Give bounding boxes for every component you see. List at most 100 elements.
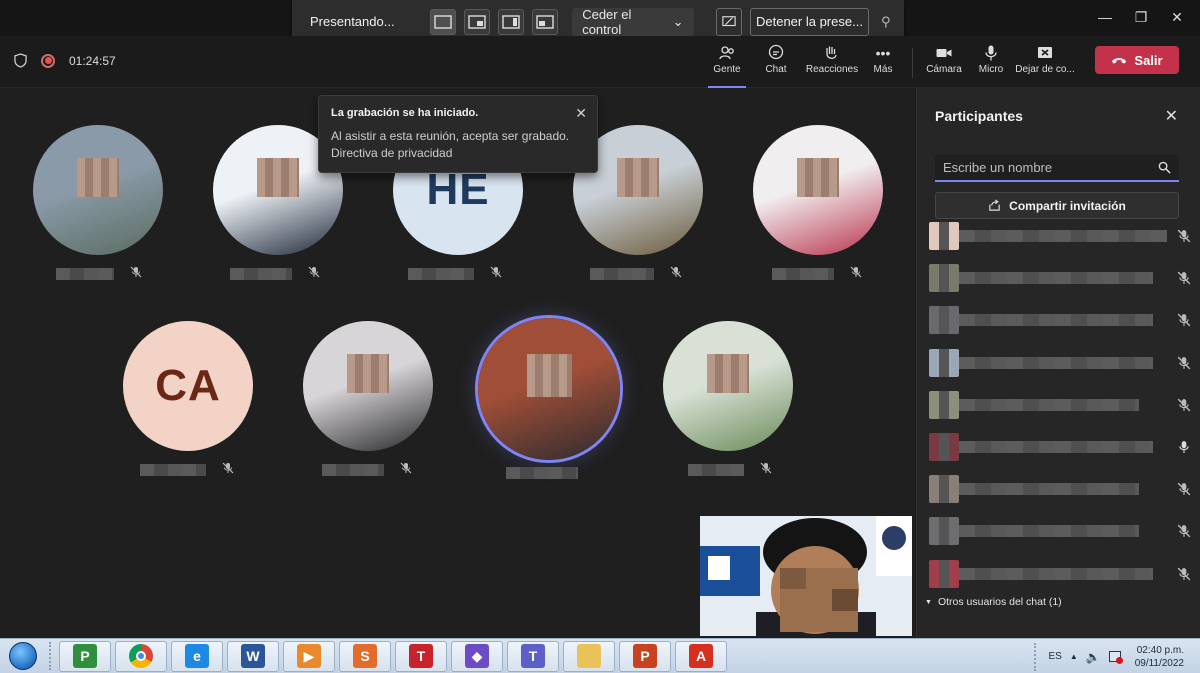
mic-off-icon <box>400 461 412 479</box>
taskbar-app-button[interactable]: T <box>395 640 447 672</box>
taskbar-app-button[interactable]: ◆ <box>451 640 503 672</box>
ie-icon: e <box>185 644 209 668</box>
tool-label: Reacciones <box>805 64 859 75</box>
layout-reporter-icon[interactable] <box>532 8 559 35</box>
share-screen-icon[interactable] <box>715 7 742 36</box>
avatar <box>929 559 959 588</box>
tab-reactions[interactable]: Reacciones <box>804 42 860 88</box>
participant-video-tile[interactable] <box>33 125 163 255</box>
start-button[interactable] <box>3 640 43 673</box>
people-icon <box>718 42 736 64</box>
participant-list-item[interactable] <box>929 554 1191 596</box>
camera-button[interactable]: Cámara <box>924 42 964 88</box>
participant-name-redacted <box>959 525 1139 538</box>
participant-video-tile[interactable] <box>753 125 883 255</box>
tab-more[interactable]: ••• Más <box>868 42 898 88</box>
taskbar-app-button[interactable]: ▶ <box>283 640 335 672</box>
participant-list-item[interactable] <box>929 258 1191 300</box>
reactions-icon <box>823 42 841 64</box>
participant-name-row <box>506 467 578 479</box>
participant-video-tile[interactable] <box>303 321 433 451</box>
mic-icon <box>982 42 1000 64</box>
mic-button[interactable]: Micro <box>974 42 1008 88</box>
participant-list-item[interactable] <box>929 216 1191 258</box>
privacy-policy-link[interactable]: Directiva de privacidad <box>331 145 585 162</box>
taskbar-app-button[interactable]: W <box>227 640 279 672</box>
taskbar-app-button[interactable]: S <box>339 640 391 672</box>
share-invite-button[interactable]: Compartir invitación <box>935 192 1179 219</box>
participant-video-tile[interactable]: CA <box>123 321 253 451</box>
search-icon[interactable] <box>1158 161 1171 174</box>
participant-list-item[interactable] <box>929 300 1191 342</box>
chat-users-label: Otros usuarios del chat (1) <box>937 596 1062 608</box>
participant-list-item[interactable] <box>929 469 1191 511</box>
participant-list-item[interactable] <box>929 511 1191 553</box>
participant-list-item[interactable] <box>929 427 1191 469</box>
avatar <box>929 475 959 504</box>
stop-sharing-button[interactable]: Dejar de co... <box>1015 42 1075 88</box>
language-indicator[interactable]: ES <box>1048 651 1061 662</box>
self-video-image <box>700 516 912 636</box>
close-window-icon[interactable]: ✕ <box>1162 6 1192 28</box>
taskbar-app-button[interactable] <box>115 640 167 672</box>
close-icon[interactable]: ✕ <box>575 105 587 122</box>
give-control-dropdown[interactable]: Ceder el control ⌄ <box>572 7 694 37</box>
blurred-face <box>526 353 572 397</box>
windows-logo-icon <box>9 642 37 670</box>
taskbar-app-button[interactable]: T <box>507 640 559 672</box>
taskbar-app-button[interactable]: A <box>675 640 727 672</box>
participant-name-redacted <box>959 314 1153 327</box>
acrobat-icon: A <box>689 644 713 668</box>
mic-off-icon <box>670 265 682 283</box>
participant-list-item[interactable] <box>929 385 1191 427</box>
mic-icon <box>1177 440 1191 459</box>
close-panel-icon[interactable]: ✕ <box>1165 106 1178 126</box>
avatar <box>929 222 959 250</box>
minimize-icon[interactable]: — <box>1090 6 1120 28</box>
network-icon[interactable] <box>1108 651 1123 664</box>
recording-notification: La grabación se ha iniciado. Al asistir … <box>318 95 598 173</box>
taskbar-clock[interactable]: 02:40 p.m. 09/11/2022 <box>1135 644 1184 670</box>
powerpoint-icon: P <box>633 644 657 668</box>
participant-name-redacted <box>322 464 384 476</box>
blurred-face <box>77 157 119 197</box>
pin-icon[interactable]: ⚲ <box>877 14 894 30</box>
other-chat-users-section[interactable]: ▼ Otros usuarios del chat (1) <box>925 596 1062 608</box>
layout-standout-icon[interactable] <box>464 8 491 35</box>
tool-label: Chat <box>765 64 787 75</box>
stop-presenting-button[interactable]: Detener la prese... <box>749 7 870 36</box>
show-hidden-icons-icon[interactable]: ▲ <box>1070 652 1078 661</box>
participant-name-redacted <box>959 440 1153 453</box>
tab-people[interactable]: Gente <box>708 42 746 88</box>
participant-name-row <box>408 265 502 283</box>
caret-down-icon: ▼ <box>925 598 932 606</box>
participant-video-tile[interactable] <box>663 321 793 451</box>
presenting-label: Presentando... <box>310 14 395 29</box>
layout-side-by-side-icon[interactable] <box>498 8 525 35</box>
windows-taskbar: Pe W ▶ S T ◆ T P A ES ▲ 🔈 02:40 p.m. 09/11/2022 <box>0 638 1200 673</box>
taskbar-app-button[interactable] <box>563 640 615 672</box>
mic-off-icon <box>1177 482 1191 501</box>
mic-off-icon <box>308 265 320 283</box>
taskbar-app-button[interactable]: P <box>619 640 671 672</box>
tool-label: Dejar de co... <box>1015 64 1075 75</box>
participant-list-item[interactable] <box>929 343 1191 385</box>
participant-name-row <box>590 265 682 283</box>
volume-icon[interactable]: 🔈 <box>1086 650 1101 664</box>
participant-name-redacted <box>959 356 1153 369</box>
search-input[interactable] <box>943 160 1158 175</box>
mic-off-icon <box>490 265 502 283</box>
taskbar-app-button[interactable]: P <box>59 640 111 672</box>
mic-off-icon <box>222 461 234 479</box>
leave-button[interactable]: Salir <box>1095 46 1179 74</box>
participant-video-tile[interactable] <box>478 318 620 460</box>
media-icon: ▶ <box>297 644 321 668</box>
taskbar-app-button[interactable]: e <box>171 640 223 672</box>
layout-content-only-icon[interactable] <box>430 8 457 35</box>
restore-icon[interactable]: ❐ <box>1126 6 1156 28</box>
tool-label: Más <box>873 64 893 75</box>
tool-label: Cámara <box>926 64 962 75</box>
phone-hangup-icon <box>1112 57 1127 64</box>
tab-chat[interactable]: Chat <box>754 42 798 88</box>
avatar <box>929 517 959 546</box>
